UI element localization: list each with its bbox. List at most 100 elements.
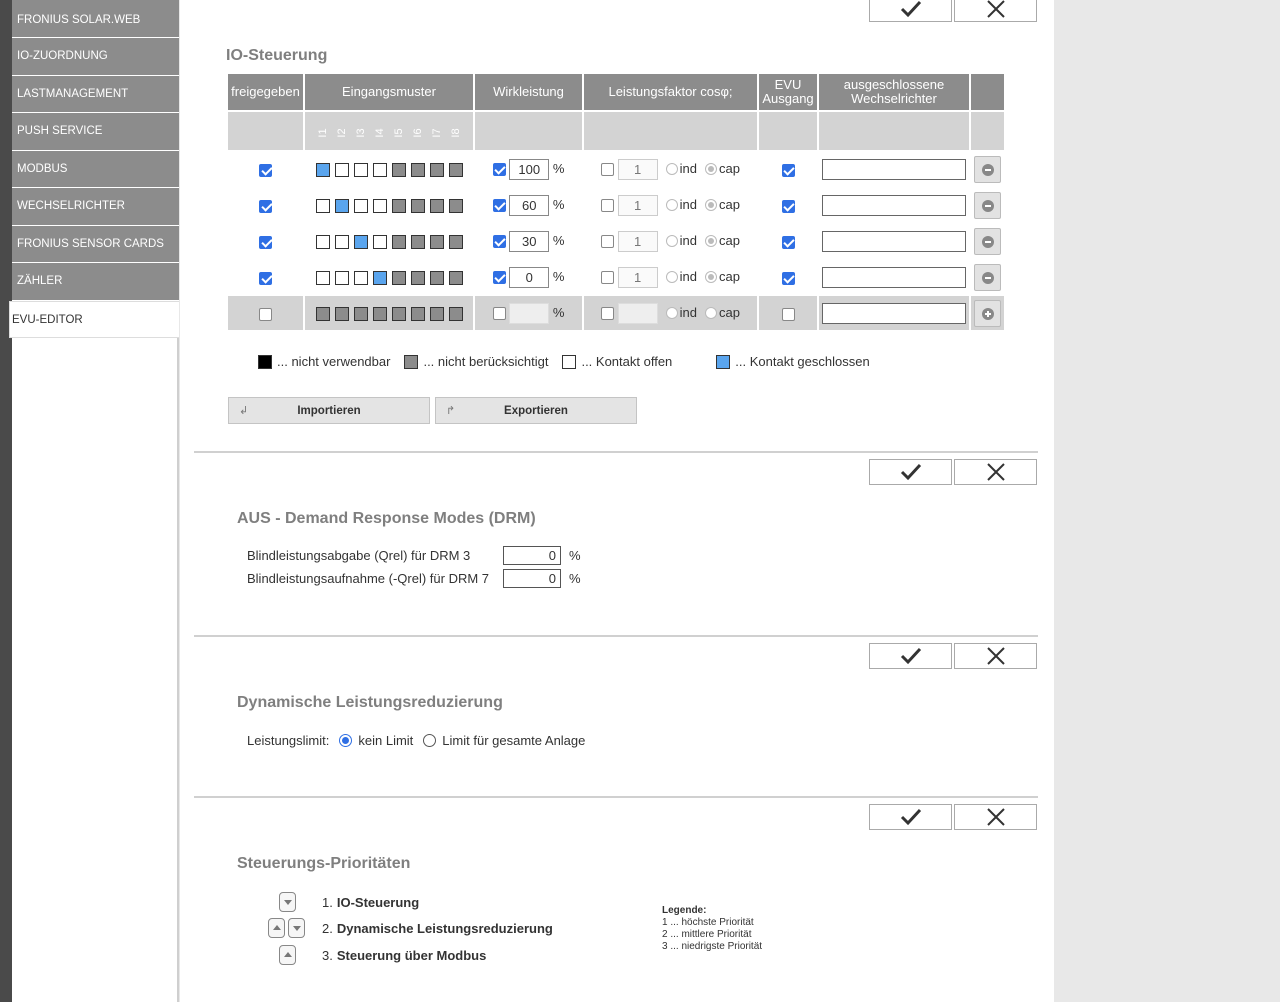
enabled-checkbox[interactable] — [259, 271, 272, 285]
drm3-input[interactable]: 0 — [503, 546, 561, 565]
move-down-icon[interactable] — [288, 918, 305, 938]
pattern-cell[interactable] — [353, 162, 368, 177]
prio-save-button[interactable] — [869, 804, 952, 830]
menu-item-lastmanagement[interactable]: LASTMANAGEMENT — [12, 75, 179, 113]
pattern-cell[interactable] — [315, 162, 330, 177]
cap-radio[interactable] — [705, 271, 717, 283]
enabled-checkbox[interactable] — [259, 307, 272, 321]
power-checkbox[interactable] — [492, 306, 506, 320]
radio-limit-all[interactable] — [423, 734, 437, 747]
menu-item-zaehler[interactable]: ZÄHLER — [12, 263, 179, 301]
pattern-cell[interactable] — [315, 306, 330, 321]
pattern-cell[interactable] — [391, 270, 406, 285]
power-input[interactable]: 100 — [509, 158, 550, 180]
excluded-inverters-input[interactable] — [822, 302, 966, 324]
cosphi-checkbox[interactable] — [601, 198, 615, 212]
pattern-cell[interactable] — [372, 306, 387, 321]
pattern-cell[interactable] — [429, 162, 444, 177]
cosphi-checkbox[interactable] — [601, 306, 615, 320]
ind-radio[interactable] — [665, 235, 678, 247]
pattern-cell[interactable] — [372, 234, 387, 249]
excluded-inverters-input[interactable] — [822, 266, 966, 288]
io-save-button[interactable] — [869, 0, 952, 22]
pattern-cell[interactable] — [372, 162, 387, 177]
enabled-checkbox[interactable] — [259, 235, 272, 249]
pattern-cell[interactable] — [334, 234, 349, 249]
dyn-save-button[interactable] — [869, 643, 952, 669]
power-input[interactable]: 0 — [509, 266, 550, 288]
excluded-inverters-input[interactable] — [822, 158, 966, 180]
drm-save-button[interactable] — [869, 459, 952, 485]
menu-item-solarweb[interactable]: FRONIUS SOLAR.WEB — [12, 0, 179, 38]
pattern-cell[interactable] — [429, 270, 444, 285]
remove-row-icon[interactable] — [974, 263, 1001, 291]
remove-row-icon[interactable] — [974, 227, 1001, 255]
evu-checkbox[interactable] — [781, 307, 795, 321]
enabled-checkbox[interactable] — [259, 199, 272, 213]
ind-radio[interactable] — [665, 271, 678, 283]
cosphi-input[interactable]: 1 — [617, 194, 658, 216]
cap-radio[interactable] — [705, 307, 717, 319]
drm7-input[interactable]: 0 — [503, 569, 561, 588]
pattern-cell[interactable] — [448, 162, 463, 177]
pattern-cell[interactable] — [353, 270, 368, 285]
evu-checkbox[interactable] — [781, 235, 795, 249]
menu-item-io-zuordnung[interactable]: IO-ZUORDNUNG — [12, 38, 179, 76]
pattern-cell[interactable] — [372, 270, 387, 285]
pattern-cell[interactable] — [429, 198, 444, 213]
pattern-cell[interactable] — [410, 234, 425, 249]
pattern-cell[interactable] — [315, 270, 330, 285]
remove-row-icon[interactable] — [974, 191, 1001, 219]
prio-cancel-button[interactable] — [954, 804, 1037, 830]
cosphi-input[interactable]: 1 — [617, 230, 658, 252]
pattern-cell[interactable] — [353, 198, 368, 213]
power-checkbox[interactable] — [492, 198, 506, 212]
ind-radio[interactable] — [665, 163, 678, 175]
pattern-cell[interactable] — [334, 162, 349, 177]
menu-item-modbus[interactable]: MODBUS — [12, 150, 179, 188]
pattern-cell[interactable] — [448, 234, 463, 249]
cosphi-input[interactable]: 1 — [617, 158, 658, 180]
cap-radio[interactable] — [705, 163, 717, 175]
pattern-cell[interactable] — [448, 270, 463, 285]
power-input[interactable]: 30 — [509, 230, 550, 252]
power-input[interactable]: 60 — [509, 194, 550, 216]
radio-no-limit-label[interactable]: kein Limit — [358, 733, 413, 748]
pattern-cell[interactable] — [448, 306, 463, 321]
pattern-cell[interactable] — [429, 306, 444, 321]
move-up-icon[interactable] — [279, 945, 296, 965]
pattern-cell[interactable] — [391, 198, 406, 213]
dyn-cancel-button[interactable] — [954, 643, 1037, 669]
power-checkbox[interactable] — [492, 270, 506, 284]
cosphi-checkbox[interactable] — [601, 270, 615, 284]
pattern-cell[interactable] — [334, 306, 349, 321]
excluded-inverters-input[interactable] — [822, 194, 966, 216]
cap-radio[interactable] — [705, 199, 717, 211]
pattern-cell[interactable] — [410, 198, 425, 213]
evu-checkbox[interactable] — [781, 271, 795, 285]
pattern-cell[interactable] — [353, 306, 368, 321]
ind-radio[interactable] — [665, 199, 678, 211]
cosphi-input[interactable] — [617, 302, 658, 324]
cosphi-input[interactable]: 1 — [617, 266, 658, 288]
pattern-cell[interactable] — [391, 162, 406, 177]
cap-radio[interactable] — [705, 235, 717, 247]
remove-row-icon[interactable] — [974, 155, 1001, 183]
pattern-cell[interactable] — [334, 198, 349, 213]
evu-checkbox[interactable] — [781, 199, 795, 213]
power-input[interactable] — [509, 302, 550, 324]
pattern-cell[interactable] — [410, 306, 425, 321]
move-down-icon[interactable] — [279, 892, 296, 912]
pattern-cell[interactable] — [448, 198, 463, 213]
move-up-icon[interactable] — [268, 918, 285, 938]
pattern-cell[interactable] — [391, 234, 406, 249]
pattern-cell[interactable] — [410, 270, 425, 285]
pattern-cell[interactable] — [315, 234, 330, 249]
pattern-cell[interactable] — [315, 198, 330, 213]
menu-item-push-service[interactable]: PUSH SERVICE — [12, 113, 179, 151]
pattern-cell[interactable] — [391, 306, 406, 321]
import-button[interactable]: ↲ Importieren — [228, 397, 430, 424]
pattern-cell[interactable] — [410, 162, 425, 177]
excluded-inverters-input[interactable] — [822, 230, 966, 252]
radio-no-limit[interactable] — [339, 734, 353, 747]
